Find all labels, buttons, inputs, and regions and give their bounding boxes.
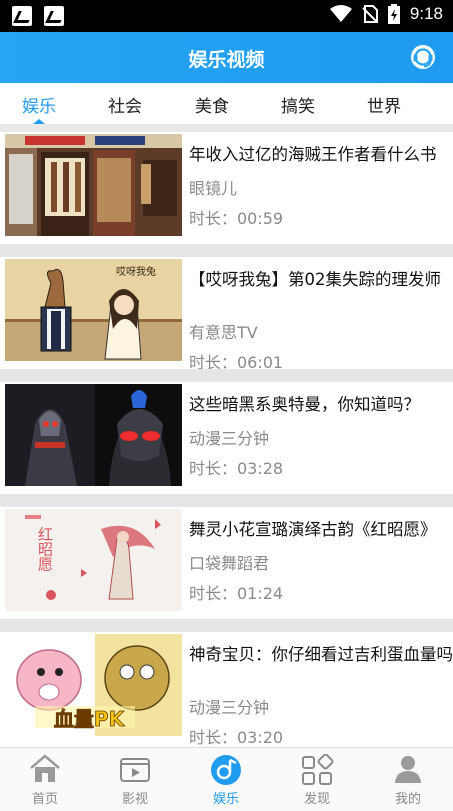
wifi-icon (329, 5, 352, 22)
divider (0, 494, 453, 507)
video-thumbnail[interactable] (5, 134, 182, 236)
divider (0, 619, 453, 632)
list-item[interactable]: 哎呀我兔 【哎呀我兔】第02集失踪的理发师 有意思TV 时长：06:01 (0, 257, 453, 372)
video-title[interactable]: 年收入过亿的海贼王作者看什么书 (189, 144, 453, 166)
video-title[interactable]: 【哎呀我兔】第02集失踪的理发师 (189, 269, 453, 291)
grid-icon (302, 754, 334, 785)
video-thumbnail[interactable]: 血量PK (5, 634, 182, 736)
video-channel: 有意思TV (189, 323, 258, 342)
video-title[interactable]: 舞灵小花宣璐演绎古韵《红昭愿》 (189, 519, 453, 541)
list-item[interactable]: 红昭愿 舞灵小花宣璐演绎古韵《红昭愿》 口袋舞蹈君 时长：01:24 (0, 507, 453, 619)
nav-video[interactable]: 影视 (90, 748, 180, 811)
customer-service-icon[interactable] (409, 43, 437, 71)
list-item[interactable]: 年收入过亿的海贼王作者看什么书 眼镜儿 时长：00:59 (0, 132, 453, 244)
tab-food[interactable]: 美食 (195, 92, 229, 117)
nav-home[interactable]: 首页 (0, 748, 90, 811)
tab-society[interactable]: 社会 (108, 92, 142, 117)
video-thumbnail[interactable]: 红昭愿 (5, 509, 182, 611)
video-channel: 动漫三分钟 (189, 429, 270, 448)
video-channel: 动漫三分钟 (189, 698, 270, 717)
thumb-title-text: 红昭愿 (36, 527, 54, 572)
bottom-nav: 首页 影视 娱乐 发现 我的 (0, 747, 453, 811)
thumb-logo-text: 哎呀我兔 (116, 265, 156, 278)
list-item[interactable]: 血量PK 神奇宝贝：你仔细看过吉利蛋血量吗 动漫三分钟 时长：03:20 (0, 632, 453, 747)
nav-label: 发现 (303, 792, 330, 807)
nav-discover[interactable]: 发现 (272, 748, 362, 811)
video-title[interactable]: 神奇宝贝：你仔细看过吉利蛋血量吗 (189, 644, 453, 666)
tv-icon (120, 758, 150, 782)
tab-funny[interactable]: 搞笑 (281, 92, 315, 117)
nav-label: 影视 (121, 792, 148, 807)
video-channel: 眼镜儿 (189, 179, 238, 198)
video-duration: 时长：03:28 (189, 459, 284, 478)
nav-profile[interactable]: 我的 (363, 748, 453, 811)
status-time: 9:18 (409, 4, 443, 23)
video-thumbnail[interactable]: 哎呀我兔 (5, 259, 182, 361)
category-tabs: 娱乐 社会 美食 搞笑 世界 (0, 83, 453, 124)
no-sim-icon (362, 5, 378, 23)
app-header: 娱乐视频 (0, 32, 453, 83)
status-bar: 9:18 (0, 0, 453, 32)
video-channel: 口袋舞蹈君 (189, 554, 270, 573)
notification-icon (44, 6, 64, 26)
divider (0, 124, 453, 132)
nav-label: 首页 (31, 792, 58, 807)
video-duration: 时长：03:20 (189, 728, 284, 747)
nav-label: 娱乐 (212, 792, 239, 807)
notification-icon (12, 6, 32, 26)
thumb-caption-text: 血量PK (54, 707, 126, 731)
divider (0, 244, 453, 257)
music-disc-icon (211, 755, 241, 785)
list-item[interactable]: 这些暗黑系奥特曼，你知道吗？ 动漫三分钟 时长：03:28 (0, 382, 453, 494)
video-duration: 时长：00:59 (189, 209, 284, 228)
video-duration: 时长：01:24 (189, 584, 284, 603)
tab-world[interactable]: 世界 (367, 92, 401, 117)
video-thumbnail[interactable] (5, 384, 182, 486)
nav-label: 我的 (394, 792, 421, 807)
video-title[interactable]: 这些暗黑系奥特曼，你知道吗？ (189, 394, 453, 416)
divider (0, 369, 453, 382)
home-icon (30, 754, 60, 782)
user-icon (395, 756, 421, 783)
tab-entertainment[interactable]: 娱乐 (22, 92, 56, 117)
battery-charging-icon (387, 4, 400, 24)
page-title: 娱乐视频 (188, 49, 265, 71)
nav-entertainment[interactable]: 娱乐 (181, 748, 271, 811)
